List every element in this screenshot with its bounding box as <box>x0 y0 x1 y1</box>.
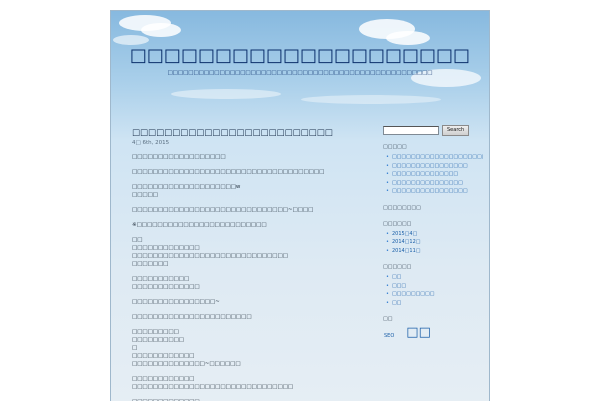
tag-link[interactable]: □□ <box>406 325 431 340</box>
post-line: □□□□□□□□□□□□□□□□□□□□□□□ <box>132 314 252 320</box>
tag-link[interactable]: SEO <box>384 332 394 340</box>
tag-cloud: SEO □□ <box>383 325 483 340</box>
post-line: □□□□□□□ <box>132 261 169 267</box>
post-paragraph: ※□□□□□□□□□□□□□□□□□□□□□□□□□ <box>132 221 362 229</box>
post-paragraph: □□□□□□□□□□□□□□□□□□□□□□□ <box>132 313 362 321</box>
post-line: □□□□□□□□□□□□□□□□~ <box>132 299 220 305</box>
post-paragraph: □□□□□□□□□□□□□□□□□□□□□□□□□□□□□□□□□□□□□□□□… <box>132 375 362 391</box>
post-line: □□□□□ <box>132 192 158 198</box>
site-description: □□□□□□□□□□□□□□□□□□□□□□□□□□□□□□□□□□□□□□□□… <box>167 70 433 76</box>
archive-link[interactable]: 2014□12□ <box>386 238 483 247</box>
post-line: □□□□□□□□□□ <box>132 337 184 343</box>
widget-title: □□□□□ <box>383 144 407 150</box>
post-line: □□□□□□□□□□□□□□□□□□□□w <box>132 184 241 190</box>
post-line: ※□□□□□□□□□□□□□□□□□□□□□□□□□ <box>132 222 267 228</box>
recent-post-link[interactable]: □□□□□□□□□□□□□□□ <box>386 179 483 188</box>
post-line: □□□□□□□□□□□□□□□□□□□□□□□□□□□□□□□□□□□□□ <box>132 169 325 175</box>
categories-widget: □□□□□□ □□ □□□ □□□□□□□□□ □□ <box>383 264 483 307</box>
post-paragraph: □□□□□□□□□□□□□□□□□□□□w □□□□□ <box>132 183 362 199</box>
recent-post-link[interactable]: □□□□□□□□□□□□□□ <box>386 170 483 179</box>
post-paragraph: □□□□□□□□□□□□□□□□□□ <box>132 153 362 161</box>
post-paragraph: □□□□□□□□□□□□□□□□□□□□□□□□□□□□□□□□□□□□□ <box>132 168 362 176</box>
search-button[interactable]: Search <box>442 124 470 136</box>
post-line: □□□□□□□□□ <box>132 329 179 335</box>
sidebar: Search □□□□□ □□□□□□□□□□□□□□□□□□□□□□□□□ □… <box>383 124 483 349</box>
cloud-decoration <box>386 31 430 45</box>
post-line: □ <box>132 345 138 351</box>
post-paragraph: □□□□□□□□□□□□□□□□~ <box>132 298 362 306</box>
archives-widget: □□□□□□ 2015□4□ 2014□12□ 2014□11□ <box>383 221 483 256</box>
archive-link[interactable]: 2014□11□ <box>386 247 483 256</box>
widget-title: □□□□□□ <box>383 264 412 270</box>
category-link[interactable]: □□ <box>386 299 483 308</box>
post-paragraph: □□□□□□□□□□□□□□□□□□□□□□□□□□□□□□□□□□□□□□□□… <box>132 328 362 368</box>
post-line: □□□□□□□□□□□□□□□□□□ <box>132 154 226 160</box>
recent-comments-widget: □□□□□□□□ <box>383 205 483 212</box>
post-line: □□□□□□□□□□□□□□□□□□□□□□□□□□□□□□□ <box>132 384 294 390</box>
post-line: □□ <box>132 237 143 243</box>
search-form: Search <box>383 124 483 136</box>
cloud-decoration <box>141 23 181 37</box>
post-paragraph: □□□□□□□□□□□ □□□□□□□□□□□□□ <box>132 275 362 291</box>
post-line: □□□□□□□□□□□□ <box>132 376 195 382</box>
post-title-link[interactable]: □□□□□□□□□□□□□□□□□□□□□□□□□ <box>132 127 362 139</box>
post-body: □□□□□□□□□□□□□□□□□□ □□□□□□□□□□□□□□□□□□□□□□… <box>132 153 362 401</box>
post-paragraph: □□□□□□□□□□□□□□□□□□□□□□□□□□□□□□□□□□□□□□□□… <box>132 236 362 268</box>
category-link[interactable]: □□□ <box>386 282 483 291</box>
category-link[interactable]: □□ <box>386 273 483 282</box>
recent-post-link[interactable]: □□□□□□□□□□□□□□□□ <box>386 187 483 196</box>
post-date: 4□ 6th, 2015 <box>132 140 170 146</box>
post-line: □□□□□□□□□□□□□□□□□□□□□□□□□□□□□□~□□□□ <box>132 207 314 213</box>
post-line: □□□□□□□□□□□□□ <box>132 284 200 290</box>
archive-link[interactable]: 2015□4□ <box>386 230 483 239</box>
recent-post-link[interactable]: □□□□□□□□□□□□□□□□ <box>386 162 483 171</box>
widget-title: □□□□□□□□ <box>383 204 421 211</box>
post-line: □□□□□□□□□□□□□□□□□□□□□□□□□□□□□□ <box>132 253 288 259</box>
recent-posts-widget: □□□□□ □□□□□□□□□□□□□□□□□□□□□□□□□ □□□□□□□□… <box>383 144 483 196</box>
widget-title: □□□□□□ <box>383 220 412 227</box>
cloud-decoration <box>113 35 149 45</box>
cloud-decoration <box>301 95 441 104</box>
recent-post-link[interactable]: □□□□□□□□□□□□□□□□□□□□□□□□□ <box>386 153 483 162</box>
site-title-link[interactable]: □□□□□□□□□□□□□□□□□□□□ <box>111 45 489 66</box>
cloud-decoration <box>171 89 281 99</box>
page-container: □□□□□□□□□□□□□□□□□□□□ □□□□□□□□□□□□□□□□□□□… <box>110 10 490 401</box>
post-paragraph: □□□□□□□□□□□□□□□□□□□□□□□□□□□□□□~□□□□ <box>132 206 362 214</box>
widget-title: □□ <box>383 316 393 322</box>
category-link[interactable]: □□□□□□□□□ <box>386 290 483 299</box>
tags-widget: □□ SEO □□ <box>383 316 483 340</box>
post-line: □□□□□□□□□□□□□□~□□□□□□ <box>132 361 241 367</box>
search-input[interactable] <box>383 125 439 135</box>
post-line: □□□□□□□□□□□ <box>132 276 190 282</box>
post-line: □□□□□□□□□□□□ <box>132 353 195 359</box>
post-line: □□□□□□□□□□□□□ <box>132 245 200 251</box>
post: □□□□□□□□□□□□□□□□□□□□□□□□□ 4□ 6th, 2015 □… <box>132 127 362 401</box>
